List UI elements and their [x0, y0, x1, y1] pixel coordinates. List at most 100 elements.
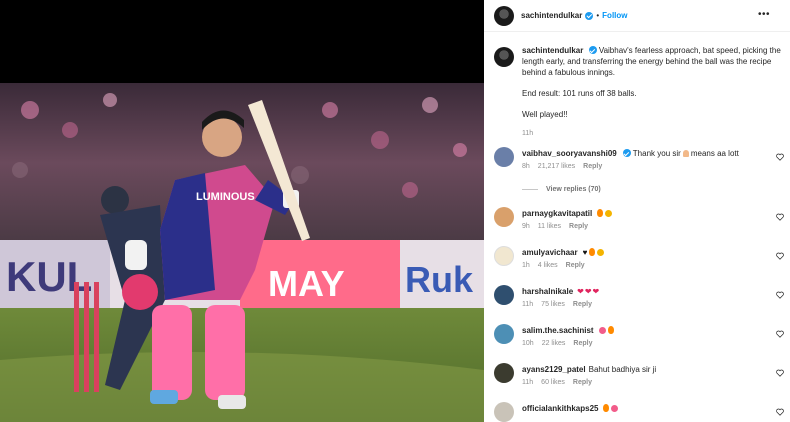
- caption-time: 11h: [522, 130, 534, 137]
- heart-icon[interactable]: [776, 408, 784, 416]
- commenter-avatar[interactable]: [494, 324, 514, 344]
- replies-divider: [522, 189, 538, 190]
- reply-button[interactable]: Reply: [569, 223, 588, 230]
- heart-icon[interactable]: [776, 153, 784, 161]
- commenter-username[interactable]: amulyavichaar: [522, 248, 578, 257]
- comment-item: harshalnikale ❤❤❤ 11h 75 likes Reply: [494, 285, 784, 313]
- fire-emoji-icon: [607, 326, 614, 334]
- verified-icon: [585, 11, 594, 20]
- comment-likes[interactable]: 22 likes: [542, 340, 566, 347]
- commenter-username[interactable]: ayans2129_patel: [522, 365, 586, 374]
- post-caption: sachintendulkar Vaibhav's fearless appro…: [494, 45, 782, 139]
- separator-dot: •: [596, 11, 600, 20]
- comment-meta: 9h 11 likes Reply: [522, 223, 596, 230]
- comment-likes[interactable]: 21,217 likes: [538, 163, 575, 170]
- comment-likes[interactable]: 60 likes: [541, 379, 565, 386]
- heart-icon[interactable]: [776, 291, 784, 299]
- comment-time: 8h: [522, 163, 530, 170]
- fire-emoji-icon: [603, 404, 610, 412]
- commenter-avatar[interactable]: [494, 402, 514, 422]
- post-photo[interactable]: KUL MAY Ruk LUMINOUS: [0, 0, 484, 422]
- commenter-avatar[interactable]: [494, 246, 514, 266]
- heart-icon[interactable]: [776, 369, 784, 377]
- verified-icon: [622, 149, 631, 157]
- reply-button[interactable]: Reply: [573, 379, 592, 386]
- heart-icon[interactable]: [776, 252, 784, 260]
- post-side-panel: sachintendulkar • Follow ••• sachintendu…: [484, 0, 790, 422]
- commenter-avatar[interactable]: [494, 285, 514, 305]
- caption-paragraph-1: sachintendulkar Vaibhav's fearless appro…: [522, 45, 782, 78]
- view-replies-label: View replies (70): [546, 186, 601, 193]
- comment-text: harshalnikale ❤❤❤: [522, 287, 599, 297]
- banner-text-2: MAY: [268, 263, 345, 304]
- comment-time: 9h: [522, 223, 530, 230]
- caption-avatar[interactable]: [494, 47, 514, 67]
- comment-time: 10h: [522, 340, 534, 347]
- heart-icon[interactable]: [776, 213, 784, 221]
- verified-icon: [588, 46, 597, 54]
- red-heart-emoji-icon: ❤: [592, 287, 600, 296]
- banner-text-3: Ruk: [405, 259, 474, 300]
- author-username[interactable]: sachintendulkar: [521, 11, 582, 20]
- heart-eyes-emoji-icon: [611, 405, 619, 412]
- heart-icon[interactable]: [776, 330, 784, 338]
- fire-emoji-icon: [597, 209, 604, 217]
- comment-item: amulyavichaar ♥ 1h 4 likes Reply: [494, 246, 784, 274]
- red-heart-emoji-icon: ❤: [577, 287, 584, 296]
- commenter-avatar[interactable]: [494, 207, 514, 227]
- commenter-avatar[interactable]: [494, 363, 514, 383]
- comment-item: salim.the.sachinist 10h 22 likes Reply: [494, 324, 784, 352]
- banner-text-1: KUL: [6, 253, 92, 300]
- red-heart-emoji-icon: ❤: [584, 287, 592, 296]
- jersey-text: LUMINOUS: [196, 191, 255, 203]
- comment-text: parnaygkavitapatil: [522, 209, 613, 219]
- black-heart-emoji-icon: ♥: [582, 248, 588, 257]
- follow-button[interactable]: Follow: [602, 11, 627, 20]
- comment-meta: 10h 22 likes Reply: [522, 340, 600, 347]
- clap-emoji-icon: [597, 249, 605, 256]
- post-header: sachintendulkar • Follow •••: [484, 0, 790, 32]
- heart-eyes-emoji-icon: [598, 327, 606, 334]
- commenter-username[interactable]: harshalnikale: [522, 287, 573, 296]
- comment-body: Thank you sir: [632, 149, 681, 158]
- comment-text: amulyavichaar ♥: [522, 248, 605, 258]
- comment-item: officialankithkaps25: [494, 402, 784, 422]
- cricket-photo: KUL MAY Ruk LUMINOUS: [0, 0, 484, 422]
- comment-meta: 11h 60 likes Reply: [522, 379, 600, 386]
- comment-text: vaibhav_sooryavanshi09 Thank you sir mean…: [522, 149, 739, 159]
- comment-time: 1h: [522, 262, 530, 269]
- caption-paragraph-2: End result: 101 runs off 38 balls.: [522, 89, 637, 98]
- comment-meta: 8h 21,217 likes Reply: [522, 163, 610, 170]
- comment-text: ayans2129_patel Bahut badhiya sir ji: [522, 365, 656, 375]
- reply-button[interactable]: Reply: [583, 163, 602, 170]
- comment-body: Bahut badhiya sir ji: [588, 365, 657, 374]
- caption-username[interactable]: sachintendulkar: [522, 46, 583, 55]
- comment-text: officialankithkaps25: [522, 404, 619, 414]
- author-avatar[interactable]: [494, 5, 514, 26]
- commenter-avatar[interactable]: [494, 147, 514, 167]
- comment-meta: 1h 4 likes Reply: [522, 262, 593, 269]
- comment-likes[interactable]: 4 likes: [538, 262, 558, 269]
- comment-likes[interactable]: 11 likes: [538, 223, 561, 230]
- comment-body-2: means aa lott: [690, 149, 739, 158]
- commenter-username[interactable]: parnaygkavitapatil: [522, 209, 592, 218]
- caption-paragraph-3: Well played!!: [522, 110, 568, 119]
- view-replies-button[interactable]: View replies (70): [522, 186, 601, 193]
- comment-item: parnaygkavitapatil 9h 11 likes Reply: [494, 207, 784, 235]
- reply-button[interactable]: Reply: [566, 262, 585, 269]
- commenter-username[interactable]: salim.the.sachinist: [522, 326, 594, 335]
- more-options-icon[interactable]: •••: [758, 10, 770, 20]
- comment-item: vaibhav_sooryavanshi09 Thank you sir mean…: [494, 147, 784, 175]
- reply-button[interactable]: Reply: [573, 301, 592, 308]
- comment-time: 11h: [522, 379, 534, 386]
- reply-button[interactable]: Reply: [573, 340, 592, 347]
- comment-time: 11h: [522, 301, 534, 308]
- comment-text: salim.the.sachinist: [522, 326, 614, 336]
- pray-emoji-icon: [682, 150, 689, 157]
- commenter-username[interactable]: vaibhav_sooryavanshi09: [522, 149, 617, 158]
- comment-meta: 11h 75 likes Reply: [522, 301, 600, 308]
- commenter-username[interactable]: officialankithkaps25: [522, 404, 598, 413]
- clap-emoji-icon: [605, 210, 613, 217]
- comment-item: ayans2129_patel Bahut badhiya sir ji 11h 6…: [494, 363, 784, 391]
- comment-likes[interactable]: 75 likes: [541, 301, 565, 308]
